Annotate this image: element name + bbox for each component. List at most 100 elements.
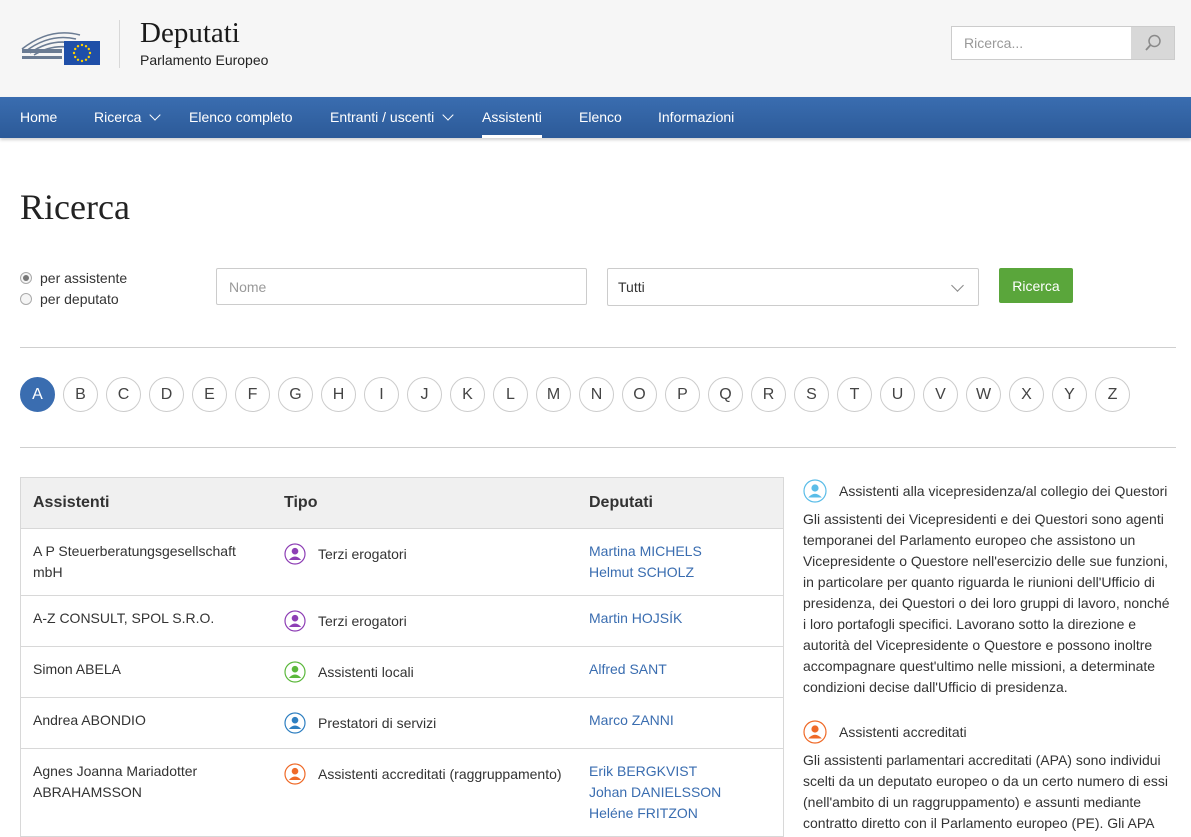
legend-description: Gli assistenti dei Vicepresidenti e dei … bbox=[803, 511, 1170, 695]
radio-per-deputato[interactable]: per deputato bbox=[20, 289, 119, 309]
legend-description: Gli assistenti parlamentari accreditati … bbox=[803, 752, 1169, 831]
nav-home-label: Home bbox=[20, 109, 58, 125]
site-subtitle: Parlamento Europeo bbox=[140, 52, 269, 68]
mep-link[interactable]: Heléne FRITZON bbox=[589, 803, 721, 824]
letter-s[interactable]: S bbox=[794, 377, 829, 412]
site-title[interactable]: Deputati bbox=[140, 17, 240, 50]
mep-link[interactable]: Helmut SCHOLZ bbox=[589, 562, 702, 583]
letter-u[interactable]: U bbox=[880, 377, 915, 412]
header-search-button[interactable] bbox=[1131, 27, 1174, 59]
european-parliament-logo[interactable] bbox=[20, 23, 100, 65]
letter-e[interactable]: E bbox=[192, 377, 227, 412]
letter-n[interactable]: N bbox=[579, 377, 614, 412]
letter-l[interactable]: L bbox=[493, 377, 528, 412]
header-search-input[interactable] bbox=[952, 27, 1132, 59]
assistant-name: A-Z CONSULT, SPOL S.R.O. bbox=[33, 610, 215, 626]
mep-list: Martin HOJSÍK bbox=[589, 608, 682, 629]
nav-ricerca-label: Ricerca bbox=[94, 109, 142, 125]
nav-home[interactable]: Home bbox=[20, 97, 57, 138]
radio-per-assistente-label: per assistente bbox=[40, 270, 128, 286]
mep-link[interactable]: Martina MICHELS bbox=[589, 541, 702, 562]
letter-t[interactable]: T bbox=[837, 377, 872, 412]
letter-c[interactable]: C bbox=[106, 377, 141, 412]
mep-link[interactable]: Alfred SANT bbox=[589, 659, 667, 680]
chevron-down-icon bbox=[442, 109, 454, 121]
letter-j[interactable]: J bbox=[407, 377, 442, 412]
letter-d[interactable]: D bbox=[149, 377, 184, 412]
mep-link[interactable]: Johan DANIELSSON bbox=[589, 782, 721, 803]
person-icon-blue bbox=[284, 712, 306, 734]
radio-per-deputato-label: per deputato bbox=[40, 291, 119, 307]
search-icon bbox=[1144, 34, 1161, 51]
radio-button-checked[interactable] bbox=[20, 272, 32, 284]
nav-elenco[interactable]: Elenco bbox=[579, 97, 622, 138]
letter-f[interactable]: F bbox=[235, 377, 270, 412]
letter-i[interactable]: I bbox=[364, 377, 399, 412]
letter-w[interactable]: W bbox=[966, 377, 1001, 412]
letter-v[interactable]: V bbox=[923, 377, 958, 412]
nav-informazioni-label: Informazioni bbox=[658, 109, 735, 125]
letter-x[interactable]: X bbox=[1009, 377, 1044, 412]
type-select[interactable]: Tutti bbox=[607, 268, 979, 306]
mep-link[interactable]: Erik BERGKVIST bbox=[589, 761, 721, 782]
active-nav-indicator bbox=[482, 135, 542, 138]
assistant-type-label: Terzi erogatori bbox=[318, 546, 407, 562]
column-header-deputati[interactable]: Deputati bbox=[589, 494, 653, 512]
letter-o[interactable]: O bbox=[622, 377, 657, 412]
letter-r[interactable]: R bbox=[751, 377, 786, 412]
type-select-value: Tutti bbox=[618, 279, 645, 295]
letter-q[interactable]: Q bbox=[708, 377, 743, 412]
nav-informazioni[interactable]: Informazioni bbox=[658, 97, 734, 138]
nav-assistenti-label: Assistenti bbox=[482, 109, 542, 125]
radio-per-assistente[interactable]: per assistente bbox=[20, 268, 127, 288]
mep-link[interactable]: Marco ZANNI bbox=[589, 710, 674, 731]
column-header-assistenti[interactable]: Assistenti bbox=[33, 494, 109, 512]
person-icon-green bbox=[284, 661, 306, 683]
assistant-name: Simon ABELA bbox=[33, 661, 121, 677]
letter-m[interactable]: M bbox=[536, 377, 571, 412]
alphabet-filter: ABCDEFGHIJKLMNOPQRSTUVWXYZ bbox=[20, 377, 1138, 412]
letter-g[interactable]: G bbox=[278, 377, 313, 412]
letter-y[interactable]: Y bbox=[1052, 377, 1087, 412]
radio-button[interactable] bbox=[20, 293, 32, 305]
person-icon-lightblue bbox=[803, 479, 827, 503]
nav-elenco-completo[interactable]: Elenco completo bbox=[189, 97, 293, 138]
assistant-name: Andrea ABONDIO bbox=[33, 712, 146, 728]
nav-entranti-uscenti[interactable]: Entranti / uscenti bbox=[330, 97, 454, 138]
divider bbox=[20, 447, 1176, 448]
table-row: Andrea ABONDIO Prestatori di servizi Mar… bbox=[21, 697, 783, 749]
table-row: A P Steuerberatungsgesellschaft mbH Terz… bbox=[21, 528, 783, 596]
nav-ricerca[interactable]: Ricerca bbox=[94, 97, 162, 138]
header-search bbox=[951, 26, 1175, 60]
assistant-type-label: Prestatori di servizi bbox=[318, 715, 437, 731]
mep-link[interactable]: Martin HOJSÍK bbox=[589, 608, 682, 629]
letter-a[interactable]: A bbox=[20, 377, 55, 412]
table-row: Simon ABELA Assistenti locali Alfred SAN… bbox=[21, 646, 783, 698]
assistant-type-label: Assistenti locali bbox=[318, 664, 414, 680]
assistant-name: Agnes Joanna Mariadotter ABRAHAMSSON bbox=[33, 763, 198, 800]
assistant-type-label: Assistenti accreditati (raggruppamento) bbox=[318, 766, 562, 782]
letter-k[interactable]: K bbox=[450, 377, 485, 412]
divider bbox=[20, 347, 1176, 348]
nav-elenco-label: Elenco bbox=[579, 109, 622, 125]
letter-z[interactable]: Z bbox=[1095, 377, 1130, 412]
search-button[interactable]: Ricerca bbox=[999, 268, 1073, 303]
assistant-type: Terzi erogatori bbox=[284, 609, 574, 633]
name-input[interactable] bbox=[216, 268, 587, 305]
assistant-type: Assistenti locali bbox=[284, 660, 574, 684]
assistant-name: A P Steuerberatungsgesellschaft mbH bbox=[33, 543, 236, 580]
nav-elenco-completo-label: Elenco completo bbox=[189, 109, 293, 125]
mep-list: Erik BERGKVIST Johan DANIELSSON Heléne F… bbox=[589, 761, 721, 824]
person-icon-purple bbox=[284, 610, 306, 632]
page-title: Ricerca bbox=[20, 187, 130, 227]
column-header-tipo[interactable]: Tipo bbox=[284, 494, 317, 512]
letter-h[interactable]: H bbox=[321, 377, 356, 412]
nav-assistenti[interactable]: Assistenti bbox=[482, 97, 542, 138]
mep-list: Alfred SANT bbox=[589, 659, 667, 680]
letter-p[interactable]: P bbox=[665, 377, 700, 412]
logo-separator bbox=[119, 20, 120, 68]
assistant-type: Terzi erogatori bbox=[284, 542, 574, 566]
letter-b[interactable]: B bbox=[63, 377, 98, 412]
person-icon-orange bbox=[284, 763, 306, 785]
assistants-table: Assistenti Tipo Deputati A P Steuerberat… bbox=[20, 477, 784, 837]
